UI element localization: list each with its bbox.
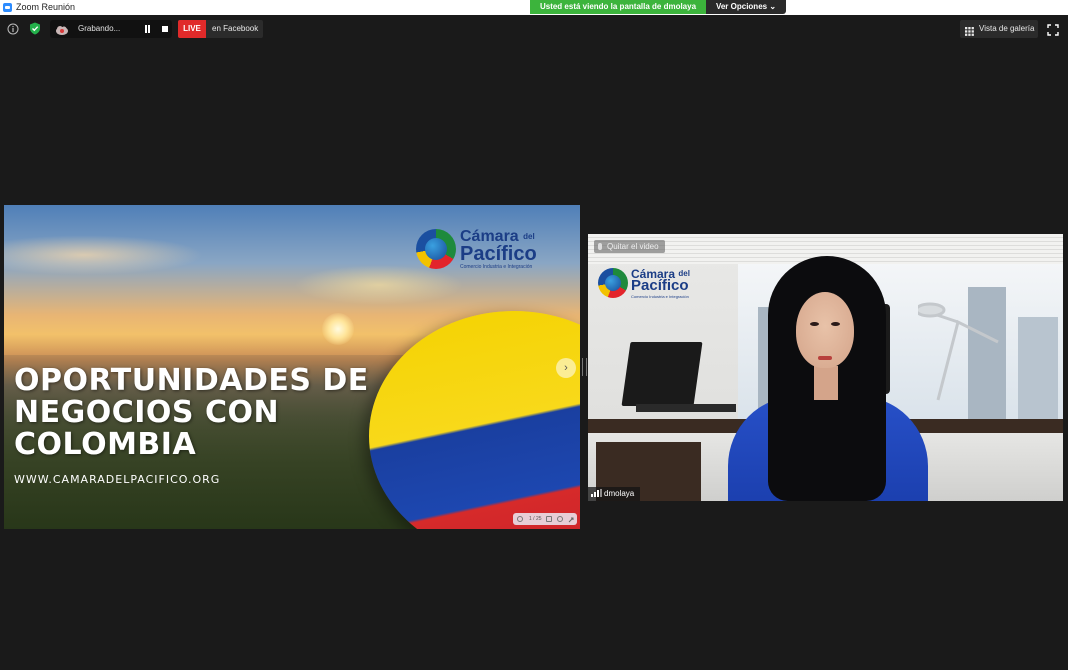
view-options-button[interactable]: Ver Opciones ⌄ — [706, 0, 786, 14]
slide-cloud — [4, 235, 204, 275]
zoom-app-icon — [3, 3, 12, 12]
headline-line: OPORTUNIDADES DE — [14, 363, 369, 398]
shared-screen[interactable]: Cámara del Pacífico Comercio Industria e… — [4, 205, 580, 529]
live-badge: LIVE — [178, 20, 206, 38]
participant-video[interactable]: Cámara del Pacífico Comercio Industria e… — [588, 234, 1063, 501]
gallery-view-button[interactable]: Vista de galería — [960, 20, 1038, 38]
info-icon[interactable] — [6, 22, 19, 35]
pause-recording-icon[interactable] — [144, 25, 151, 33]
fullscreen-icon[interactable] — [1047, 23, 1059, 36]
pointer-icon[interactable] — [517, 516, 523, 522]
logo-tagline: Comercio Industria e Integración — [631, 294, 689, 299]
stop-video-hint[interactable]: Quitar el video — [594, 240, 665, 253]
camara-pacifico-logo: Cámara del Pacífico Comercio Industria e… — [414, 227, 564, 273]
recording-indicator: Grabando... — [50, 20, 172, 38]
view-options-label: Ver Opciones — [715, 2, 768, 11]
grid-icon — [965, 25, 974, 36]
chevron-down-icon: ⌄ — [769, 2, 777, 11]
mic-icon — [598, 243, 602, 250]
split-view-divider[interactable] — [582, 358, 587, 376]
cloud-recording-icon — [55, 23, 69, 35]
live-stream-indicator[interactable]: LIVE en Facebook — [178, 20, 263, 38]
headline-line: COLOMBIA — [14, 427, 197, 462]
gallery-view-label: Vista de galería — [979, 24, 1035, 33]
stop-video-label: Quitar el video — [607, 242, 659, 251]
shield-check-icon[interactable] — [28, 22, 41, 35]
headline-line: NEGOCIOS CON — [14, 395, 280, 430]
globe-logo-icon — [416, 229, 456, 269]
logo-line-2: Pacífico — [460, 243, 537, 265]
person-neck — [814, 366, 838, 400]
zoom-icon[interactable] — [557, 516, 563, 522]
presentation-controls[interactable]: 1 / 25 — [513, 513, 577, 525]
expand-icon[interactable] — [568, 516, 574, 523]
live-destination: en Facebook — [212, 24, 259, 33]
window-title: Zoom Reunión — [16, 2, 76, 12]
participant-name-tag: dmolaya — [588, 487, 641, 501]
slide-url: WWW.CAMARADELPACIFICO.ORG — [14, 473, 221, 486]
logo-tagline: Comercio Industria e Integración — [460, 264, 533, 270]
screen-share-banner: Usted está viendo la pantalla de dmolaya — [530, 0, 706, 14]
signal-strength-icon — [591, 489, 602, 497]
camara-pacifico-logo: Cámara del Pacífico Comercio Industria e… — [598, 266, 708, 302]
recording-label: Grabando... — [78, 24, 121, 33]
slides-icon[interactable] — [546, 516, 552, 522]
globe-logo-icon — [598, 268, 628, 298]
slide-headline: OPORTUNIDADES DE NEGOCIOS CON COLOMBIA — [14, 365, 374, 461]
logo-line-2: Pacífico — [631, 277, 689, 294]
page-indicator: 1 / 25 — [529, 516, 542, 522]
slide-sun — [322, 313, 354, 345]
laptop — [621, 342, 703, 406]
participant-person — [718, 256, 938, 501]
person-mouth — [818, 356, 832, 360]
next-slide-button[interactable]: › — [556, 358, 576, 378]
colombia-flag — [369, 311, 580, 529]
stop-recording-icon[interactable] — [162, 26, 168, 32]
participant-name: dmolaya — [604, 489, 635, 498]
